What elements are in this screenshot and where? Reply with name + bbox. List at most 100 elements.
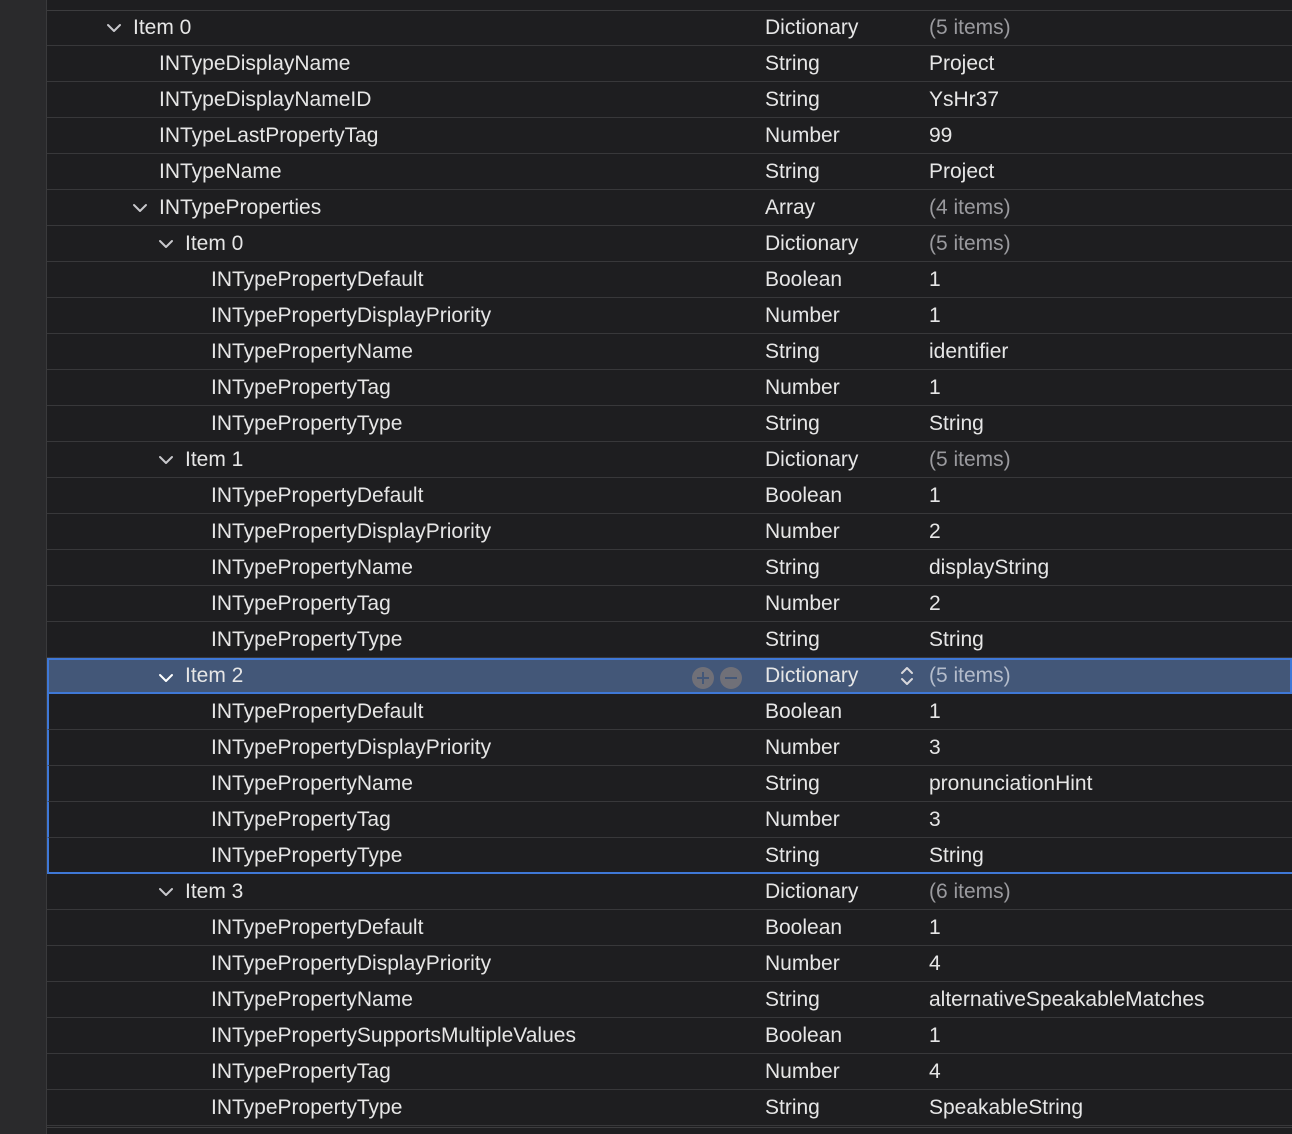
type-label[interactable]: Number: [765, 514, 840, 549]
chevron-down-icon[interactable]: [156, 660, 176, 695]
value-field[interactable]: Project: [929, 46, 994, 81]
type-label[interactable]: String: [765, 46, 820, 81]
type-label[interactable]: Boolean: [765, 262, 842, 297]
value-field[interactable]: 1: [929, 262, 941, 297]
value-field[interactable]: String: [929, 406, 984, 441]
chevron-down-icon[interactable]: [104, 10, 124, 45]
value-field[interactable]: String: [929, 838, 984, 873]
type-label[interactable]: String: [765, 82, 820, 117]
value-field[interactable]: 1: [929, 1018, 941, 1053]
value-field[interactable]: 3: [929, 730, 941, 765]
type-label[interactable]: Number: [765, 946, 840, 981]
value-field[interactable]: identifier: [929, 334, 1008, 369]
type-label[interactable]: Number: [765, 730, 840, 765]
plist-row-item-0-nested[interactable]: Item 0 Dictionary (5 items): [47, 226, 1292, 262]
type-label[interactable]: Number: [765, 1054, 840, 1089]
plist-row[interactable]: INTypePropertyDefault Boolean 1: [47, 478, 1292, 514]
plist-row[interactable]: INTypePropertyName String pronunciationH…: [47, 766, 1292, 802]
plist-row[interactable]: INTypePropertyDefault Boolean 1: [47, 694, 1292, 730]
value-field[interactable]: SpeakableString: [929, 1090, 1083, 1125]
type-label[interactable]: Dictionary: [765, 10, 858, 45]
type-label[interactable]: String: [765, 982, 820, 1017]
key-label: Item 1: [185, 448, 244, 471]
value-field[interactable]: 2: [929, 586, 941, 621]
plist-row[interactable]: INTypePropertyDisplayPriority Number 4: [47, 946, 1292, 982]
value-field[interactable]: alternativeSpeakableMatches: [929, 982, 1205, 1017]
chevron-down-icon[interactable]: [156, 226, 176, 261]
value-field[interactable]: 1: [929, 694, 941, 729]
value-field[interactable]: YsHr37: [929, 82, 999, 117]
value-field[interactable]: 1: [929, 910, 941, 945]
type-label[interactable]: Boolean: [765, 1018, 842, 1053]
plist-row[interactable]: INTypeDisplayNameID String YsHr37: [47, 82, 1292, 118]
plist-row[interactable]: INTypePropertySupportsMultipleValues Boo…: [47, 1018, 1292, 1054]
plist-outline[interactable]: Item 0 Dictionary (5 items) INTypeDispla…: [47, 10, 1292, 1126]
plist-row[interactable]: INTypePropertyDefault Boolean 1: [47, 910, 1292, 946]
value-field[interactable]: 1: [929, 478, 941, 513]
type-label[interactable]: String: [765, 838, 820, 873]
add-row-button[interactable]: [692, 667, 714, 689]
key-label[interactable]: Item 2: [185, 658, 243, 693]
type-label[interactable]: Number: [765, 118, 840, 153]
plist-row[interactable]: INTypePropertyTag Number 1: [47, 370, 1292, 406]
value-field[interactable]: 99: [929, 118, 952, 153]
key-label: Item 0: [133, 16, 192, 39]
plist-row-item-2-selected[interactable]: Item 2 Dictionary (5 items): [47, 658, 1292, 694]
value-field[interactable]: displayString: [929, 550, 1049, 585]
type-label[interactable]: String: [765, 622, 820, 657]
chevron-down-icon[interactable]: [156, 874, 176, 909]
value-field[interactable]: 1: [929, 370, 941, 405]
plist-row-item-1[interactable]: Item 1 Dictionary (5 items): [47, 442, 1292, 478]
type-label[interactable]: String: [765, 766, 820, 801]
up-down-stepper-icon[interactable]: [899, 664, 915, 688]
plist-row[interactable]: INTypePropertyType String String: [47, 622, 1292, 658]
type-label[interactable]: Boolean: [765, 910, 842, 945]
type-label[interactable]: Dictionary: [765, 226, 858, 261]
type-label[interactable]: String: [765, 550, 820, 585]
chevron-down-icon[interactable]: [130, 190, 150, 225]
value-field[interactable]: String: [929, 622, 984, 657]
type-label[interactable]: Number: [765, 586, 840, 621]
plist-row[interactable]: INTypePropertyTag Number 2: [47, 586, 1292, 622]
value-field[interactable]: 2: [929, 514, 941, 549]
type-label[interactable]: Number: [765, 370, 840, 405]
type-label[interactable]: String: [765, 406, 820, 441]
type-label[interactable]: String: [765, 1090, 820, 1125]
plist-row[interactable]: INTypeLastPropertyTag Number 99: [47, 118, 1292, 154]
type-label[interactable]: Array: [765, 190, 815, 225]
type-label[interactable]: Boolean: [765, 478, 842, 513]
remove-row-button[interactable]: [720, 667, 742, 689]
plist-row[interactable]: INTypePropertyName String displayString: [47, 550, 1292, 586]
value-field[interactable]: 4: [929, 946, 941, 981]
value-field[interactable]: 3: [929, 802, 941, 837]
plist-row[interactable]: INTypeDisplayName String Project: [47, 46, 1292, 82]
plist-row[interactable]: INTypePropertyTag Number 4: [47, 1054, 1292, 1090]
chevron-down-icon[interactable]: [156, 442, 176, 477]
plist-row[interactable]: INTypePropertyType String SpeakableStrin…: [47, 1090, 1292, 1126]
plist-row-item-3[interactable]: Item 3 Dictionary (6 items): [47, 874, 1292, 910]
plist-row[interactable]: INTypePropertyDefault Boolean 1: [47, 262, 1292, 298]
plist-row-typeproperties[interactable]: INTypeProperties Array (4 items): [47, 190, 1292, 226]
type-label[interactable]: Number: [765, 802, 840, 837]
plist-row[interactable]: INTypePropertyDisplayPriority Number 1: [47, 298, 1292, 334]
value-field[interactable]: Project: [929, 154, 994, 189]
value-field[interactable]: 1: [929, 298, 941, 333]
type-label[interactable]: String: [765, 154, 820, 189]
type-label[interactable]: Dictionary: [765, 442, 858, 477]
plist-row[interactable]: INTypePropertyName String identifier: [47, 334, 1292, 370]
plist-row[interactable]: INTypePropertyDisplayPriority Number 2: [47, 514, 1292, 550]
value-field[interactable]: 4: [929, 1054, 941, 1089]
plist-row[interactable]: INTypeName String Project: [47, 154, 1292, 190]
type-popup[interactable]: Dictionary: [765, 658, 858, 693]
value-field[interactable]: pronunciationHint: [929, 766, 1092, 801]
plist-row[interactable]: INTypePropertyTag Number 3: [47, 802, 1292, 838]
type-label[interactable]: Boolean: [765, 694, 842, 729]
type-label[interactable]: Dictionary: [765, 874, 858, 909]
plist-row[interactable]: INTypePropertyName String alternativeSpe…: [47, 982, 1292, 1018]
plist-row-item-0[interactable]: Item 0 Dictionary (5 items): [47, 10, 1292, 46]
type-label[interactable]: Number: [765, 298, 840, 333]
plist-row[interactable]: INTypePropertyType String String: [47, 406, 1292, 442]
plist-row[interactable]: INTypePropertyDisplayPriority Number 3: [47, 730, 1292, 766]
type-label[interactable]: String: [765, 334, 820, 369]
plist-row[interactable]: INTypePropertyType String String: [47, 838, 1292, 874]
